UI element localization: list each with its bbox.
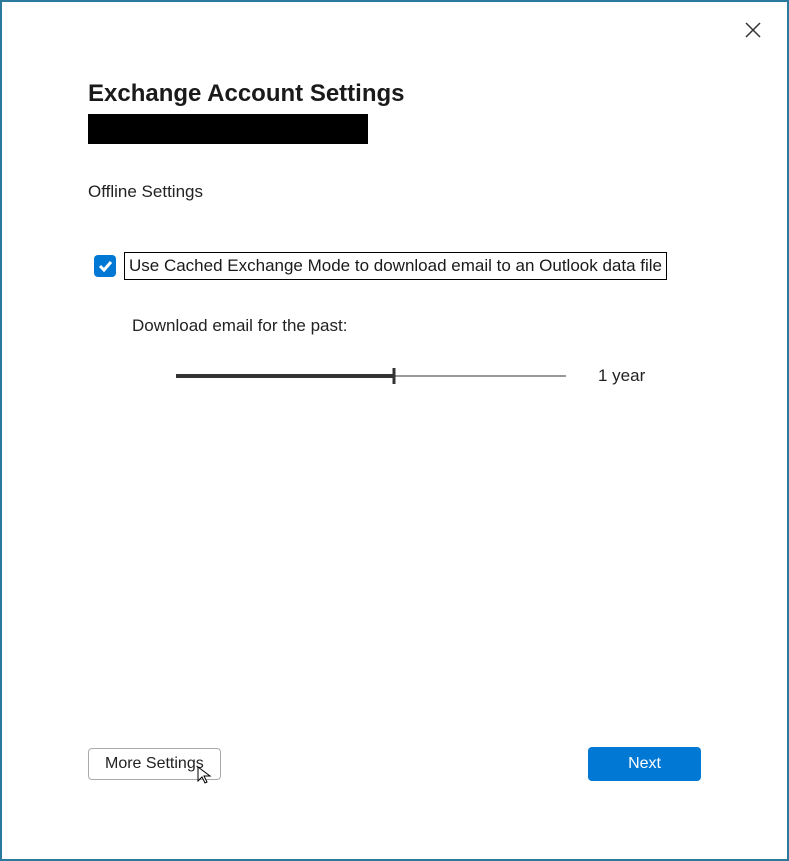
next-label: Next <box>628 755 661 772</box>
dialog-content: Exchange Account Settings Offline Settin… <box>2 2 787 388</box>
slider-thumb <box>393 368 396 384</box>
close-button[interactable] <box>741 18 765 42</box>
next-button[interactable]: Next <box>588 747 701 781</box>
page-title: Exchange Account Settings <box>88 80 701 108</box>
cached-mode-label: Use Cached Exchange Mode to download ema… <box>124 252 667 280</box>
more-settings-label: More Settings <box>105 755 204 772</box>
offline-settings-label: Offline Settings <box>88 182 701 202</box>
dialog-footer: More Settings Next <box>88 747 701 781</box>
email-redacted <box>88 114 368 144</box>
slider-row: 1 year <box>176 364 701 388</box>
download-past-label: Download email for the past: <box>132 316 701 336</box>
download-past-slider[interactable] <box>176 364 566 388</box>
slider-value-label: 1 year <box>598 366 645 386</box>
cached-mode-checkbox[interactable] <box>94 255 116 277</box>
more-settings-button[interactable]: More Settings <box>88 748 221 780</box>
check-icon <box>97 258 113 274</box>
cached-mode-row: Use Cached Exchange Mode to download ema… <box>94 252 701 280</box>
slider-filled <box>176 374 394 378</box>
close-icon <box>744 21 762 39</box>
